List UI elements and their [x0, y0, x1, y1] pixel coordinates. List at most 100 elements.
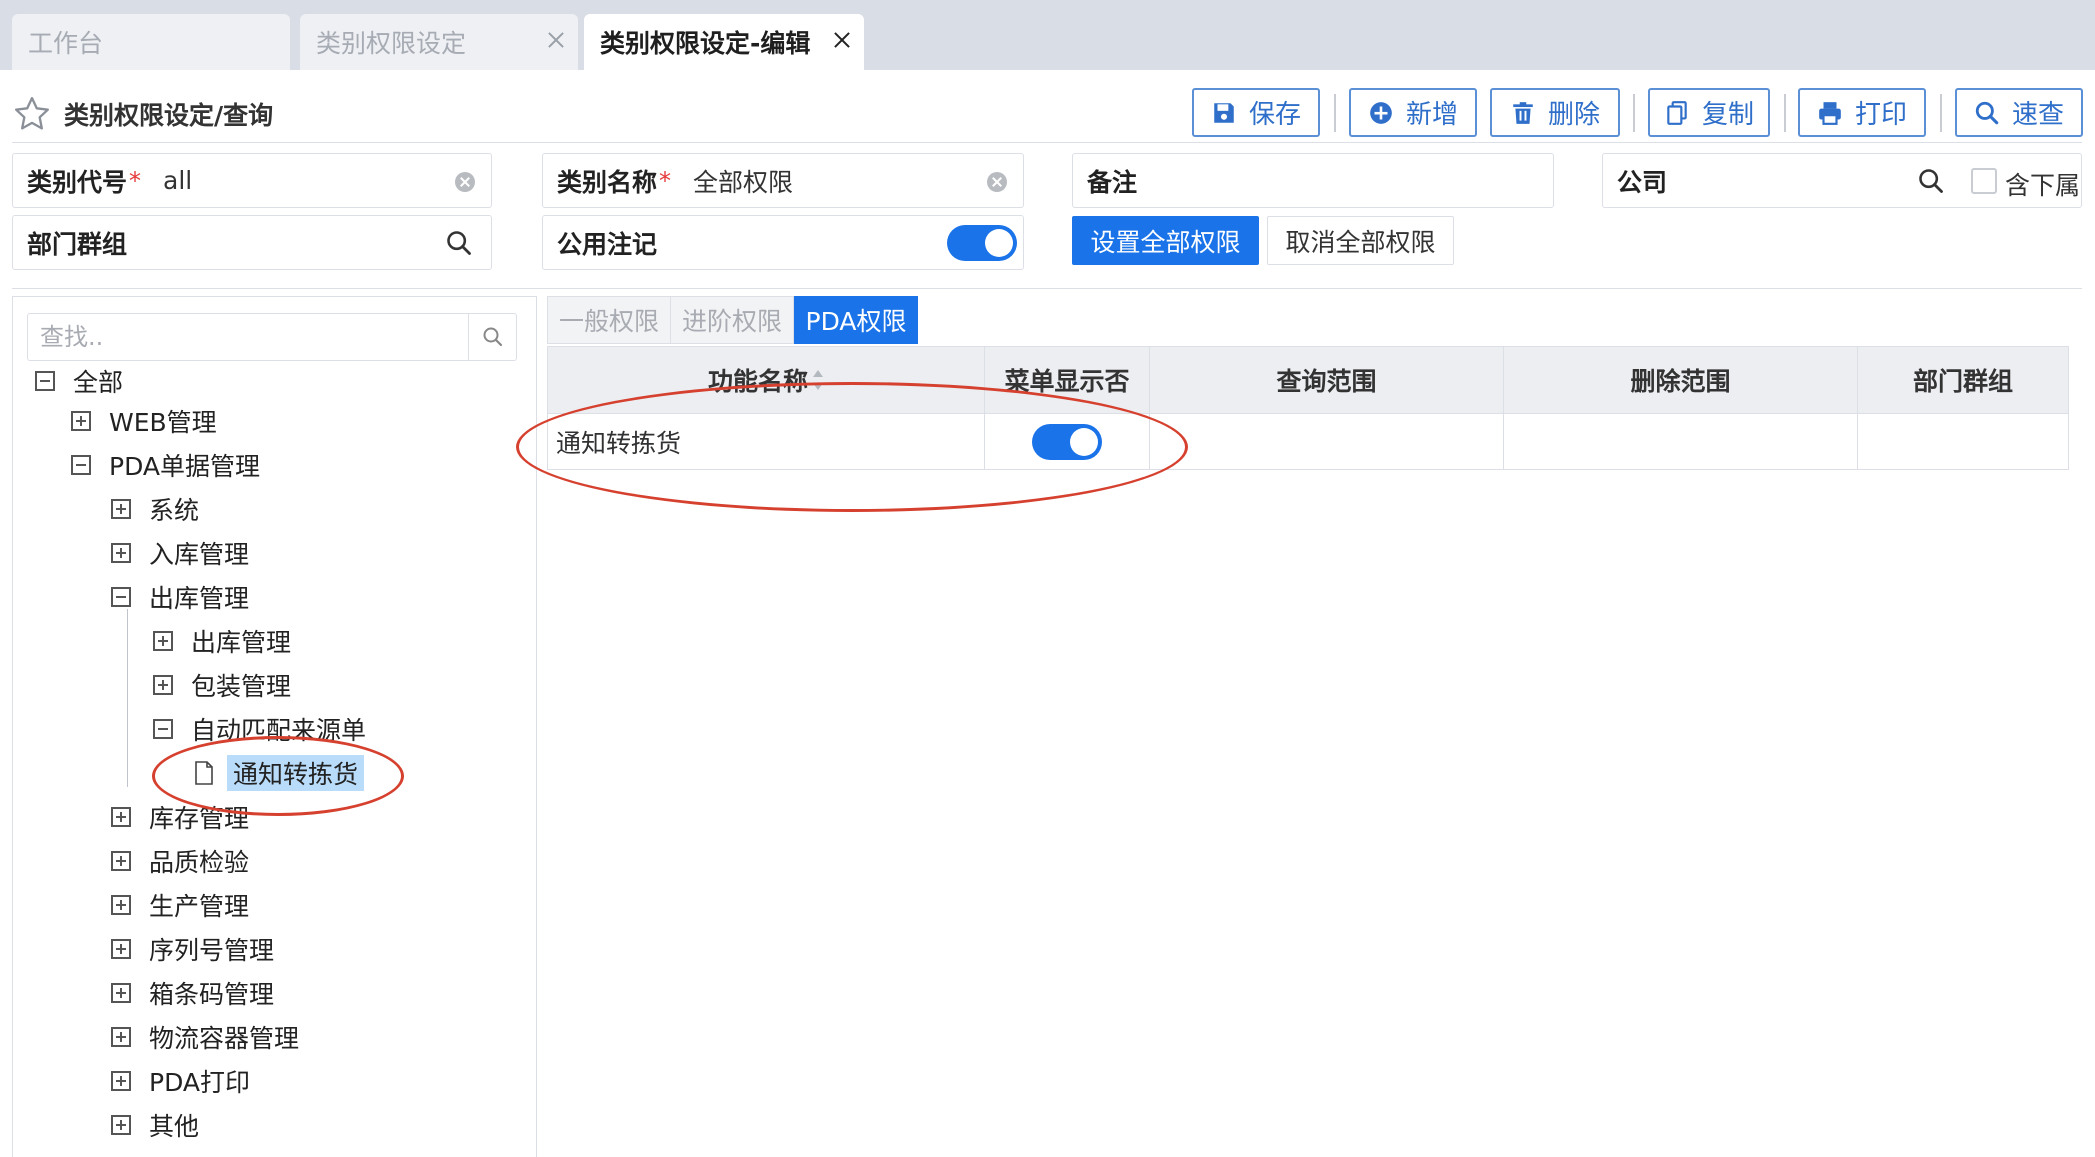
company-field[interactable]: 公司 含下属 — [1602, 153, 2082, 208]
tree-node-outbound[interactable]: 出库管理 — [111, 579, 249, 615]
tree-node-label: 品质检验 — [149, 848, 250, 877]
print-button-label: 打印 — [1854, 100, 1907, 130]
include-subordinate-label: 含下属 — [2005, 171, 2081, 200]
tree-node-serial[interactable]: 序列号管理 — [111, 931, 274, 967]
remark-field[interactable]: 备注 — [1072, 153, 1554, 208]
column-header-label: 部门群组 — [1912, 367, 2013, 396]
add-button[interactable]: 新增 — [1349, 88, 1477, 137]
column-header-label: 查询范围 — [1276, 367, 1377, 396]
collapse-icon[interactable] — [71, 455, 91, 475]
search-icon[interactable] — [1917, 167, 1945, 195]
collapse-icon[interactable] — [153, 719, 173, 739]
copy-button[interactable]: 复制 — [1648, 88, 1770, 137]
tree-node-label: 物流容器管理 — [149, 1024, 300, 1053]
collapse-icon[interactable] — [111, 587, 131, 607]
expand-icon[interactable] — [111, 895, 131, 915]
cell-menu-show — [985, 414, 1150, 469]
quick-search-button[interactable]: 速查 — [1955, 88, 2083, 137]
column-header-delete-scope: 删除范围 — [1504, 347, 1858, 413]
collapse-icon[interactable] — [35, 371, 55, 391]
save-button-label: 保存 — [1248, 100, 1301, 130]
expand-icon[interactable] — [111, 1115, 131, 1135]
close-icon[interactable] — [546, 30, 566, 50]
expand-icon[interactable] — [111, 983, 131, 1003]
print-button[interactable]: 打印 — [1798, 88, 1926, 137]
tree-node-logistics[interactable]: 物流容器管理 — [111, 1019, 299, 1055]
delete-button[interactable]: 删除 — [1490, 88, 1620, 137]
toolbar-divider — [1633, 94, 1635, 132]
tab-category-permission-edit[interactable]: 类别权限设定-编辑 — [584, 14, 864, 70]
favorite-star-icon[interactable] — [12, 94, 52, 134]
tree-search-box — [27, 313, 517, 361]
tree-node-production[interactable]: 生产管理 — [111, 887, 249, 923]
tree-node-pda[interactable]: PDA单据管理 — [71, 447, 260, 483]
expand-icon[interactable] — [111, 851, 131, 871]
tree-node-all[interactable]: 全部 — [35, 363, 123, 399]
expand-icon[interactable] — [71, 411, 91, 431]
tree-node-label: 其他 — [149, 1112, 200, 1141]
tree-node-outbound-sub[interactable]: 出库管理 — [153, 623, 291, 659]
tree-node-other[interactable]: 其他 — [111, 1107, 199, 1143]
menu-show-toggle[interactable] — [1032, 423, 1102, 460]
toolbar-divider — [1940, 94, 1942, 132]
tree-search-input[interactable] — [28, 314, 468, 360]
expand-icon[interactable] — [111, 1071, 131, 1091]
tree-node-web[interactable]: WEB管理 — [71, 403, 217, 439]
close-icon[interactable] — [832, 30, 852, 50]
required-mark: * — [129, 166, 142, 195]
expand-icon[interactable] — [153, 631, 173, 651]
tree-node-label: 库存管理 — [149, 804, 250, 833]
category-name-value: 全部权限 — [693, 167, 794, 197]
tab-pda-permission[interactable]: PDA权限 — [794, 296, 918, 344]
tree-node-quality[interactable]: 品质检验 — [111, 843, 249, 879]
tree-node-inbound[interactable]: 入库管理 — [111, 535, 249, 571]
form-divider — [12, 288, 2082, 289]
tree-node-inventory[interactable]: 库存管理 — [111, 799, 249, 835]
search-icon[interactable] — [445, 229, 473, 257]
tree-node-label: 自动匹配来源单 — [191, 716, 367, 745]
tree-node-packing[interactable]: 包装管理 — [153, 667, 291, 703]
include-subordinate-checkbox[interactable] — [1971, 168, 1997, 194]
set-all-permission-button[interactable]: 设置全部权限 — [1072, 216, 1259, 265]
tree-guide-line — [127, 609, 128, 787]
tab-general-permission[interactable]: 一般权限 — [547, 296, 671, 344]
tree-node-notify-pick[interactable]: 通知转拣货 — [195, 755, 365, 791]
column-header-function-name[interactable]: 功能名称 — [548, 347, 985, 413]
expand-icon[interactable] — [153, 675, 173, 695]
clear-icon[interactable] — [455, 172, 475, 192]
delete-button-label: 删除 — [1547, 100, 1600, 130]
tree-node-auto-match[interactable]: 自动匹配来源单 — [153, 711, 366, 747]
tree-node-system[interactable]: 系统 — [111, 491, 199, 527]
category-name-field[interactable]: 类别名称 * 全部权限 — [542, 153, 1024, 208]
expand-icon[interactable] — [111, 807, 131, 827]
dept-group-field[interactable]: 部门群组 — [12, 215, 492, 270]
cell-delete-scope[interactable] — [1504, 414, 1858, 469]
category-code-field[interactable]: 类别代号 * all — [12, 153, 492, 208]
expand-icon[interactable] — [111, 499, 131, 519]
tree-search-button[interactable] — [468, 314, 516, 360]
add-button-label: 新增 — [1405, 100, 1458, 130]
column-header-label: 功能名称 — [707, 367, 808, 396]
expand-icon[interactable] — [111, 1027, 131, 1047]
save-button[interactable]: 保存 — [1192, 88, 1320, 137]
clear-icon[interactable] — [987, 172, 1007, 192]
tab-category-permission[interactable]: 类别权限设定 — [300, 14, 578, 70]
tree-node-pda-print[interactable]: PDA打印 — [111, 1063, 250, 1099]
tree-node-box-barcode[interactable]: 箱条码管理 — [111, 975, 274, 1011]
cell-dept-group[interactable] — [1858, 414, 2068, 469]
tab-advanced-permission[interactable]: 进阶权限 — [670, 296, 794, 344]
file-icon — [195, 761, 213, 785]
trash-icon — [1513, 101, 1533, 124]
public-flag-toggle[interactable] — [947, 225, 1017, 261]
sort-icon[interactable] — [812, 369, 824, 391]
table-row[interactable]: 通知转拣货 — [547, 414, 2069, 470]
cell-function-name: 通知转拣货 — [548, 414, 985, 469]
cell-query-scope[interactable] — [1150, 414, 1504, 469]
cancel-all-permission-button[interactable]: 取消全部权限 — [1267, 216, 1454, 265]
tab-bar: 工作台 类别权限设定 类别权限设定-编辑 — [0, 0, 2095, 70]
expand-icon[interactable] — [111, 543, 131, 563]
expand-icon[interactable] — [111, 939, 131, 959]
tree-node-label: 出库管理 — [191, 628, 292, 657]
tab-workbench[interactable]: 工作台 — [12, 14, 290, 70]
tab-label: 工作台 — [28, 29, 104, 58]
